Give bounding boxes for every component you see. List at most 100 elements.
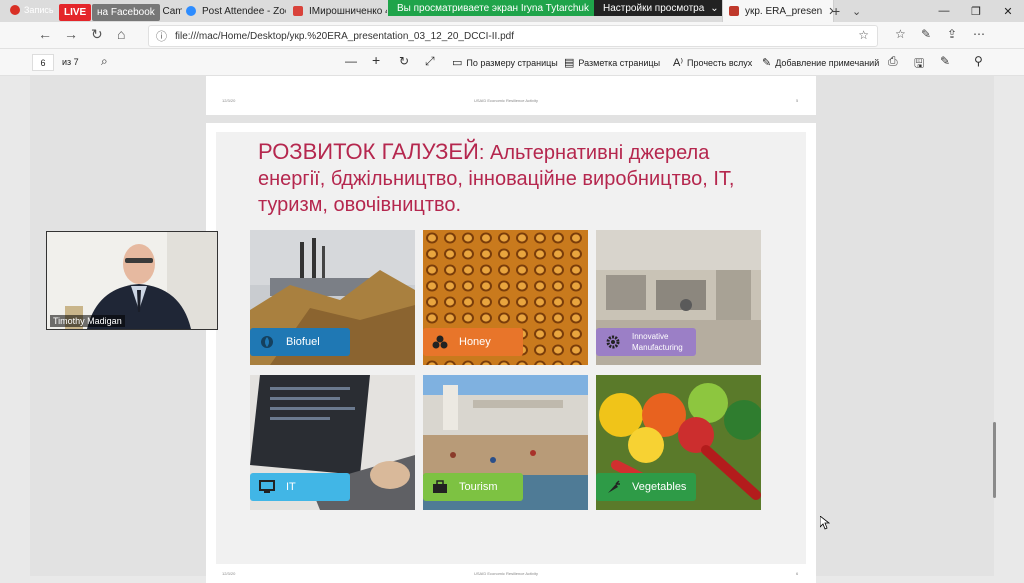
mouse-cursor-icon	[820, 516, 830, 530]
footer-center: USAID Economic Resilience Activity	[474, 98, 539, 103]
vegetables-badge: Vegetables	[596, 473, 696, 501]
footer-date: 12/3/20	[222, 98, 236, 103]
it-badge: IT	[250, 473, 350, 501]
chevron-down-icon: ⌄	[710, 2, 719, 14]
recording-indicator: Запись	[10, 5, 54, 15]
view-options-label: Настройки просмотра	[603, 2, 705, 14]
tile-tourism: Tourism	[423, 375, 588, 510]
zoom-view-options-button[interactable]: Настройки просмотра ⌄	[594, 0, 728, 16]
facebook-badge: на Facebook	[92, 4, 160, 21]
tourism-badge: Tourism	[423, 473, 523, 501]
participant-name: Timothy Madigan	[50, 315, 125, 327]
read-aloud-icon: A⁾	[673, 57, 684, 69]
honey-badge: Honey	[423, 328, 523, 356]
forward-arrow-icon[interactable]: →	[64, 26, 78, 42]
share-icon[interactable]: ⇪	[947, 27, 957, 41]
info-icon[interactable]: ⓘ	[156, 28, 167, 44]
minimize-icon[interactable]: —	[928, 0, 960, 22]
pin-icon[interactable]: ⚲	[974, 54, 983, 68]
layout-icon: ▤	[564, 57, 575, 69]
favorites-icon[interactable]: ☆	[895, 27, 906, 41]
new-tab-button[interactable]: +	[832, 0, 846, 22]
tab-post-attendee[interactable]: Post Attendee - Zoor	[186, 0, 286, 22]
layout-label: Разметка страницы	[578, 57, 661, 68]
restore-icon[interactable]: ❐	[960, 0, 992, 22]
rotate-icon[interactable]: ↻	[399, 54, 409, 68]
save-as-icon[interactable]: ✎	[940, 54, 950, 68]
more-icon[interactable]: ⋯	[973, 27, 985, 41]
badge-label: IT	[286, 481, 296, 493]
close-window-icon[interactable]: ✕	[992, 0, 1024, 22]
back-arrow-icon[interactable]: ←	[38, 26, 52, 42]
tile-manufacturing: Innovative Manufacturing	[596, 230, 761, 365]
live-badge: LIVE	[59, 4, 92, 21]
zoom-out-icon[interactable]: —	[345, 54, 357, 68]
gear-icon	[602, 331, 624, 353]
page-count: из 7	[62, 57, 79, 67]
pdf-toolbar: 6 из 7 ⌕ — + ↻ ⤢ ▭ По размеру страницы ▤…	[0, 49, 1024, 76]
tile-vegetables: Vegetables	[596, 375, 761, 510]
home-icon[interactable]: ⌂	[117, 26, 125, 42]
suitcase-icon	[429, 476, 451, 498]
pdf-page-6: РОЗВИТОК ГАЛУЗЕЙ: Альтернативні джерела …	[206, 123, 816, 583]
tile-honey: Honey	[423, 230, 588, 365]
zoom-in-icon[interactable]: +	[372, 52, 380, 68]
refresh-icon[interactable]: ↻	[91, 26, 103, 43]
recording-label: Запись	[24, 5, 54, 15]
footer-page-number: 6	[796, 571, 799, 576]
leaf-icon	[256, 331, 278, 353]
tab-title: укр. ERA_presen	[745, 5, 823, 17]
slide-title: РОЗВИТОК ГАЛУЗЕЙ: Альтернативні джерела …	[258, 139, 778, 218]
badge-label: Tourism	[459, 481, 498, 493]
vertical-scrollbar[interactable]	[993, 76, 996, 576]
participant-video[interactable]: Timothy Madigan	[46, 231, 218, 330]
footer-page-number: 5	[796, 98, 799, 103]
fit-page-icon: ▭	[452, 57, 463, 69]
favorite-star-icon[interactable]: ☆	[858, 28, 869, 42]
title-main: РОЗВИТОК ГАЛУЗЕЙ	[258, 139, 479, 164]
pdf-icon	[293, 6, 303, 16]
badge-label: Innovative Manufacturing	[632, 332, 683, 352]
url-field[interactable]: ⓘ file:///mac/Home/Desktop/укр.%20ERA_pr…	[148, 25, 878, 47]
badge-label: Honey	[459, 336, 491, 348]
badge-label: Vegetables	[632, 481, 687, 493]
zoom-sharing-banner: Вы просматриваете экран Iryna Tytarchuk	[388, 0, 598, 16]
tab-list-chevron-icon[interactable]: ⌄	[852, 0, 864, 22]
record-dot-icon	[10, 5, 20, 15]
scrollbar-thumb[interactable]	[993, 422, 996, 498]
manufacturing-badge: Innovative Manufacturing	[596, 328, 696, 356]
pdf-page-5: 12/3/20 USAID Economic Resilience Activi…	[206, 76, 816, 115]
page-number-input[interactable]: 6	[32, 54, 54, 71]
page-layout-button[interactable]: ▤ Разметка страницы	[564, 56, 660, 69]
footer-date: 12/3/20	[222, 571, 236, 576]
tab-era-presentation[interactable]: укр. ERA_presen ✕	[722, 0, 834, 22]
annotate-label: Добавление примечаний	[775, 57, 880, 68]
tab-title: Post Attendee - Zoor	[202, 5, 286, 17]
biofuel-badge: Biofuel	[250, 328, 350, 356]
url-text: file:///mac/Home/Desktop/укр.%20ERA_pres…	[175, 30, 514, 42]
carrot-icon	[602, 476, 624, 498]
tab-title: IМирошниченко 4М	[309, 5, 387, 17]
add-notes-button[interactable]: ✎ Добавление примечаний	[762, 56, 879, 69]
tile-it: IT	[250, 375, 415, 510]
search-icon[interactable]: ⌕	[101, 54, 108, 69]
monitor-icon	[256, 476, 278, 498]
tab-miroshnichenko[interactable]: IМирошниченко 4М	[293, 0, 387, 22]
slide: РОЗВИТОК ГАЛУЗЕЙ: Альтернативні джерела …	[216, 132, 806, 564]
read-aloud-label: Прочесть вслух	[687, 57, 753, 68]
tile-biofuel: Biofuel	[250, 230, 415, 365]
fit-label: По размеру страницы	[466, 57, 558, 68]
badge-label: Biofuel	[286, 336, 320, 348]
read-aloud-button[interactable]: A⁾ Прочесть вслух	[673, 56, 752, 69]
browser-tab-bar: Запись Agenda-Biz Camp fo LIVE на Facebo…	[0, 0, 1024, 22]
footer-center: USAID Economic Resilience Activity	[474, 571, 539, 576]
save-icon[interactable]: 🖫	[914, 54, 924, 75]
window-controls: — ❐ ✕	[928, 0, 1024, 22]
fit-to-page-button[interactable]: ▭ По размеру страницы	[452, 56, 558, 69]
zoom-icon	[186, 6, 196, 16]
print-icon[interactable]: ⎙	[888, 54, 898, 69]
fullscreen-icon[interactable]: ⤢	[425, 54, 435, 69]
pen-icon[interactable]: ✎	[921, 27, 931, 41]
circles-icon	[429, 331, 451, 353]
pen-icon: ✎	[762, 57, 772, 69]
